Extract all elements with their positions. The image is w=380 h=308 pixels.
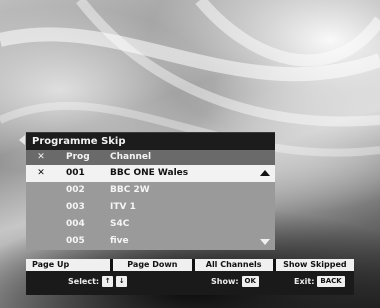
exit-hint: Exit: BACK [294,276,345,287]
ok-key-icon: OK [241,276,259,287]
show-skipped-button[interactable]: Show Skipped [275,259,354,271]
channel-row[interactable]: 005 five [26,233,275,250]
up-arrow-key-icon: ↑ [102,276,114,287]
dialog-title: Programme Skip [32,136,126,147]
skip-mark [26,233,56,250]
channel-row[interactable]: 003 ITV 1 [26,199,275,216]
select-label: Select: [68,277,100,286]
select-hint: Select: ↑ ↓ [68,276,128,287]
prog-number: 002 [66,185,85,195]
scroll-down-icon[interactable] [260,239,270,245]
footer-bar: Page Up Page Down All Channels Show Skip… [26,259,354,295]
show-hint: Show: OK [211,276,259,287]
channel-name: BBC 2W [110,185,150,195]
dialog-title-bar: Programme Skip [19,132,275,150]
skip-mark [26,182,56,199]
all-channels-button[interactable]: All Channels [194,259,273,271]
column-header: ✕ Prog Channel [26,150,275,165]
left-arrow-icon [19,135,25,145]
channel-name: BBC ONE Wales [110,168,189,178]
programme-skip-dialog: Programme Skip ✕ Prog Channel ✕ 001 BBC … [19,132,275,250]
channel-row[interactable]: 002 BBC 2W [26,182,275,199]
prog-number: 004 [66,219,85,229]
channel-row[interactable]: ✕ 001 BBC ONE Wales [26,165,275,182]
prog-number: 003 [66,202,85,212]
skip-mark [26,199,56,216]
back-key-icon: BACK [317,276,345,287]
prog-number: 001 [66,168,85,178]
key-help-bar: Select: ↑ ↓ Show: OK Exit: BACK [26,271,354,295]
prog-column-header: Prog [66,152,90,162]
channel-column-header: Channel [110,152,152,162]
skip-column-header: ✕ [37,152,45,162]
skip-mark [26,216,56,233]
page-down-button[interactable]: Page Down [113,259,192,271]
show-label: Show: [211,277,239,286]
channel-name: S4C [110,219,130,229]
prog-number: 005 [66,236,85,246]
channel-name: five [110,236,129,246]
footer-buttons: Page Up Page Down All Channels Show Skip… [26,259,354,271]
down-arrow-key-icon: ↓ [116,276,128,287]
channel-list: ✕ 001 BBC ONE Wales 002 BBC 2W 003 ITV 1… [26,165,275,250]
page-up-button[interactable]: Page Up [26,259,111,271]
exit-label: Exit: [294,277,315,286]
scroll-up-icon[interactable] [260,170,270,176]
channel-row[interactable]: 004 S4C [26,216,275,233]
skip-mark: ✕ [37,168,45,178]
channel-name: ITV 1 [110,202,136,212]
